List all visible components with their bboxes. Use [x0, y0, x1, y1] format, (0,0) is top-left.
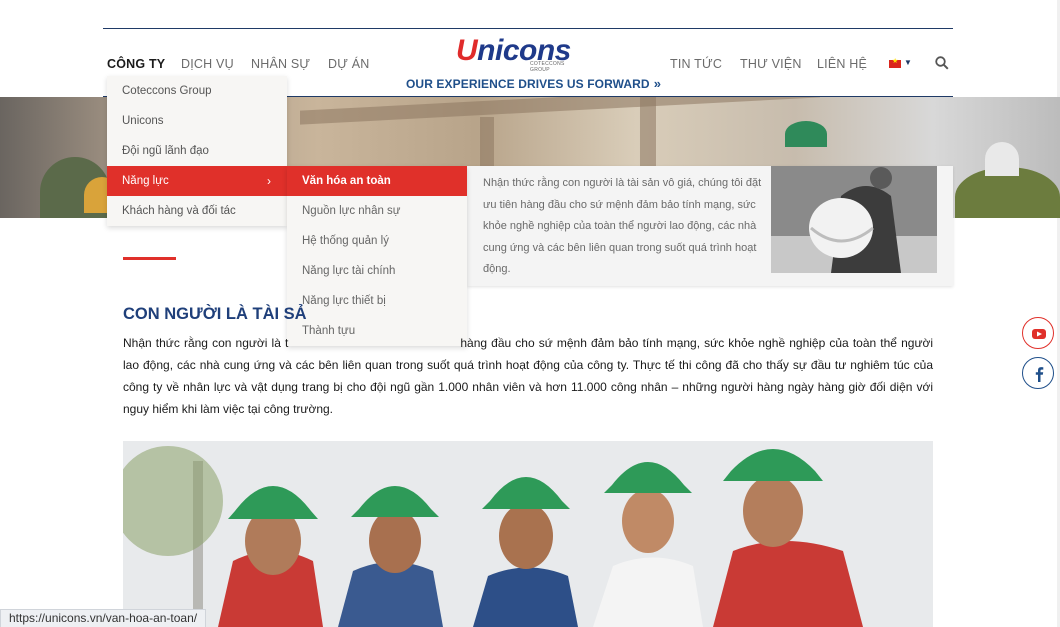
- tagline-text: OUR EXPERIENCE DRIVES US FORWARD: [406, 77, 650, 91]
- menu-item-capability-label: Năng lực: [122, 175, 169, 187]
- article-heading: CON NGƯỜI LÀ TÀI SẢ: [123, 305, 307, 323]
- browser-status-url: https://unicons.vn/van-hoa-an-toan/: [0, 609, 207, 627]
- nav-lien-he[interactable]: LIÊN HỆ: [817, 57, 867, 71]
- facebook-button[interactable]: [1022, 357, 1054, 389]
- nav-thu-vien[interactable]: THƯ VIỆN: [740, 57, 802, 71]
- company-dropdown-menu: Coteccons Group Unicons Đội ngũ lãnh đạo…: [107, 76, 287, 226]
- menu-preview-panel: Nhận thức rằng con người là tài sản vô g…: [467, 166, 953, 286]
- submenu-item-safety-culture[interactable]: Văn hóa an toàn: [287, 166, 467, 196]
- tagline: OUR EXPERIENCE DRIVES US FORWARD»: [406, 76, 661, 91]
- menu-item-leadership[interactable]: Đội ngũ lãnh đạo: [107, 136, 287, 166]
- header-top-rule: [103, 28, 953, 29]
- submenu-item-human-resources[interactable]: Nguồn lực nhân sự: [287, 196, 467, 226]
- logo-subtitle: COTECCONS GROUP: [530, 61, 565, 73]
- preview-description: Nhận thức rằng con người là tài sản vô g…: [483, 177, 762, 275]
- chevron-right-icon: ›: [267, 174, 271, 188]
- submenu-item-financial-capacity[interactable]: Năng lực tài chính: [287, 256, 467, 286]
- preview-worker-image: [771, 166, 937, 273]
- menu-item-clients-partners[interactable]: Khách hàng và đối tác: [107, 196, 287, 226]
- article-paragraph: Nhận thức rằng con người là t hàng đầu ch…: [123, 332, 933, 420]
- submenu-item-equipment-capacity[interactable]: Năng lực thiết bị: [287, 286, 467, 316]
- youtube-button[interactable]: [1022, 317, 1054, 349]
- nav-dich-vu[interactable]: DỊCH VỤ: [181, 57, 234, 71]
- capability-submenu: Văn hóa an toàn Nguồn lực nhân sự Hệ thố…: [287, 166, 467, 346]
- nav-nhan-su[interactable]: NHÂN SỰ: [251, 57, 310, 71]
- youtube-icon: [1032, 329, 1046, 339]
- unicons-logo[interactable]: Unicons COTECCONS GROUP: [456, 34, 576, 73]
- nav-cong-ty[interactable]: CÔNG TY: [107, 57, 165, 71]
- vietnam-flag-icon[interactable]: [889, 57, 901, 68]
- nav-tin-tuc[interactable]: TIN TỨC: [670, 57, 722, 71]
- nav-du-an[interactable]: DỰ ÁN: [328, 57, 370, 71]
- double-chevron-right-icon: »: [653, 76, 662, 91]
- menu-item-unicons[interactable]: Unicons: [107, 106, 287, 136]
- search-icon[interactable]: [935, 56, 949, 70]
- article-paragraph-start: Nhận thức rằng con người là t: [123, 336, 289, 350]
- facebook-icon: [1035, 367, 1044, 382]
- menu-item-coteccons-group[interactable]: Coteccons Group: [107, 76, 287, 106]
- submenu-item-management-system[interactable]: Hệ thống quản lý: [287, 226, 467, 256]
- caret-down-icon[interactable]: ▼: [904, 58, 912, 67]
- menu-item-capability[interactable]: Năng lực ›: [107, 166, 287, 196]
- section-accent-bar: [123, 257, 176, 260]
- workers-photo: [123, 441, 933, 627]
